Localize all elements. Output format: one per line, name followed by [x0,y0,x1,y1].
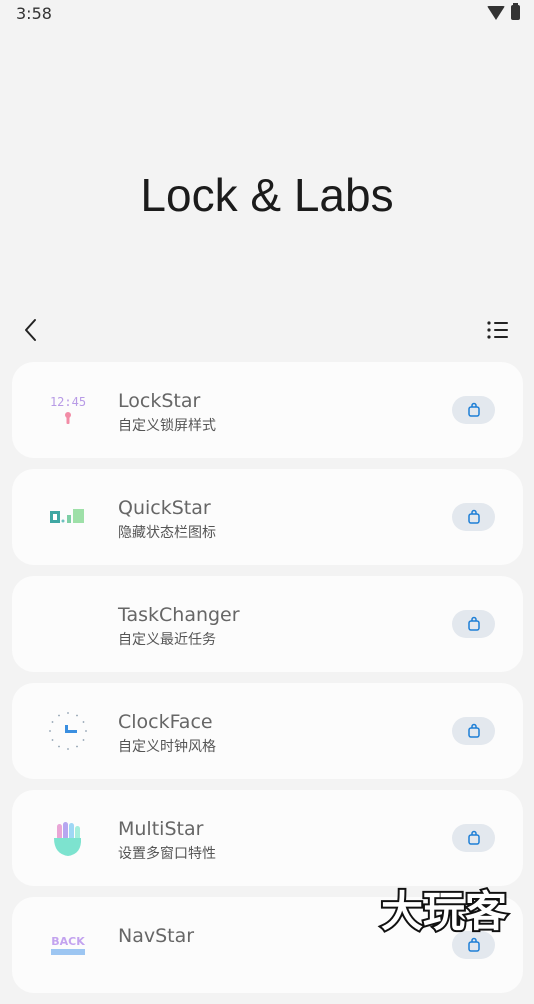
chevron-left-icon [25,319,36,341]
app-name: LockStar [118,390,201,412]
app-desc: 设置多窗口特性 [118,846,216,862]
store-button[interactable] [452,717,495,745]
list-item-taskchanger[interactable]: TaskChanger 自定义最近任务 [12,576,523,672]
store-button[interactable] [452,824,495,852]
shopping-bag-icon [467,402,480,417]
status-icons [487,3,520,20]
app-name: QuickStar [118,497,211,519]
app-name: ClockFace [118,711,213,733]
app-desc: 隐藏状态栏图标 [118,525,216,541]
page-title: Lock & Labs [140,169,394,221]
list-item-quickstar[interactable]: QuickStar 隐藏状态栏图标 [12,469,523,565]
watermark-text: 大玩客 [381,887,507,936]
back-button[interactable] [18,316,46,344]
clockface-app-icon [49,712,87,750]
multistar-app-icon [54,822,82,856]
store-button[interactable] [452,396,495,424]
status-time: 3:58 [16,4,52,23]
list-item-multistar[interactable]: MultiStar 设置多窗口特性 [12,790,523,886]
status-bar: 3:58 [0,0,534,28]
lockstar-icon-text: 12:45 [50,395,86,409]
app-name: NavStar [118,925,195,947]
list-item-lockstar[interactable]: 12:45 LockStar 自定义锁屏样式 [12,362,523,458]
app-desc: 自定义锁屏样式 [118,418,216,434]
quickstar-app-icon [50,509,84,523]
navstar-icon-text: BACK [51,935,85,948]
shopping-bag-icon [467,723,480,738]
list-item-clockface[interactable]: ClockFace 自定义时钟风格 [12,683,523,779]
taskchanger-app-icon [48,604,88,644]
navstar-app-icon: BACK [51,935,85,955]
menu-button[interactable] [484,316,512,344]
shopping-bag-icon [467,937,480,952]
wifi-icon [487,5,505,20]
battery-icon [511,3,520,20]
app-name: MultiStar [118,818,204,840]
app-name: TaskChanger [118,604,240,626]
shopping-bag-icon [467,830,480,845]
app-desc: 自定义最近任务 [118,632,216,648]
lockstar-app-icon: 12:45 [50,395,86,424]
watermark-logo: 大玩客 [379,885,509,938]
app-desc: 自定义时钟风格 [118,739,216,755]
shopping-bag-icon [467,616,480,631]
list-menu-icon [487,321,508,339]
store-button[interactable] [452,503,495,531]
shopping-bag-icon [467,509,480,524]
store-button[interactable] [452,610,495,638]
